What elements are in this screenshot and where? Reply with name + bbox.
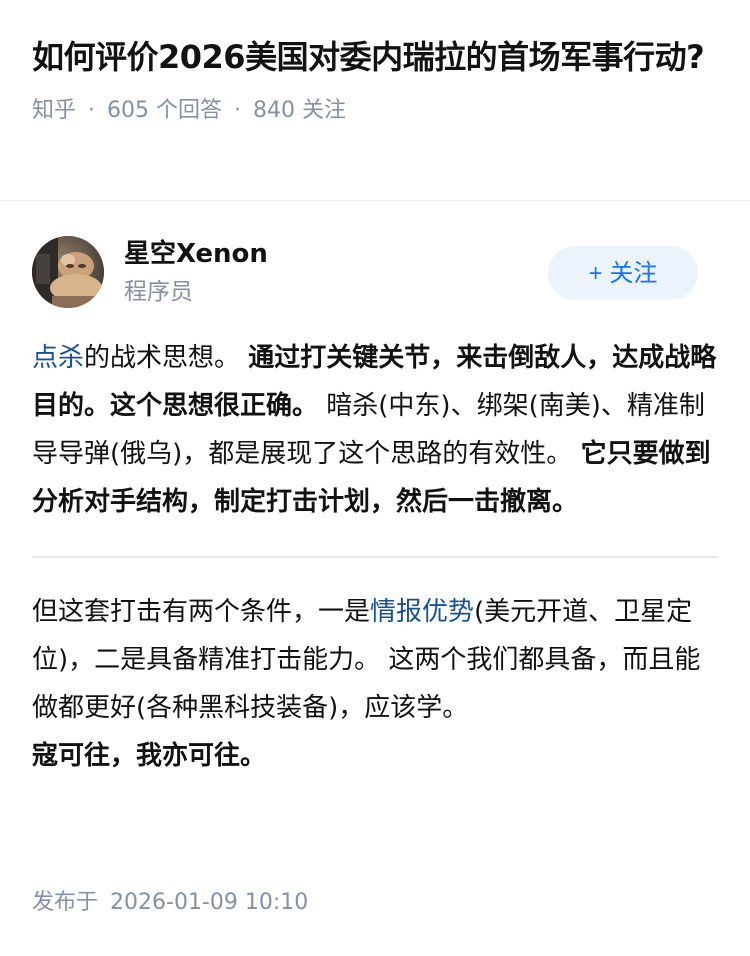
followers-label: 关注 xyxy=(302,98,347,123)
question-header: 如何评价2026美国对委内瑞拉的首场军事行动? 知乎 · 605 个回答 · 840 关… xyxy=(32,32,722,126)
paragraph-text: 但这套打击有两个条件，一是 xyxy=(32,597,371,627)
publish-time: 2026-01-09 10:10 xyxy=(110,890,309,915)
keyword-link[interactable]: 点杀 xyxy=(32,343,84,373)
publish-label: 发布于 xyxy=(32,890,99,915)
question-title[interactable]: 如何评价2026美国对委内瑞拉的首场军事行动? xyxy=(32,32,722,82)
question-meta: 知乎 · 605 个回答 · 840 关注 xyxy=(32,96,722,126)
content-divider xyxy=(32,556,718,558)
author-name[interactable]: 星空Xenon xyxy=(124,236,268,272)
followers-count: 840 xyxy=(253,98,296,123)
separator-dot: · xyxy=(234,98,242,123)
answers-label[interactable]: 个回答 xyxy=(156,98,222,123)
source-label[interactable]: 知乎 xyxy=(32,98,76,123)
answers-count[interactable]: 605 xyxy=(107,98,149,123)
author-info: 星空Xenon 程序员 + 关注 xyxy=(32,236,718,308)
section-divider xyxy=(0,200,750,201)
keyword-link[interactable]: 情报优势 xyxy=(370,597,474,627)
answer-paragraph: 点杀的战术思想。 通过打关键关节，来击倒敌人，达成战略目的。这个思想很正确。 暗… xyxy=(32,334,722,526)
publish-info: 发布于 2026-01-09 10:10 xyxy=(32,886,308,920)
avatar-image xyxy=(32,236,104,308)
bold-text: 寇可往，我亦可往。 xyxy=(32,741,267,771)
paragraph-text: 的战术思想。 xyxy=(84,343,241,373)
separator-dot: · xyxy=(88,98,96,123)
avatar[interactable] xyxy=(32,236,104,308)
answer-paragraph: 但这套打击有两个条件，一是情报优势(美元开道、卫星定位)，二是具备精准打击能力。… xyxy=(32,588,722,780)
author-headline: 程序员 xyxy=(124,279,193,305)
follow-button[interactable]: + 关注 xyxy=(548,246,698,300)
answer-content: 点杀的战术思想。 通过打关键关节，来击倒敌人，达成战略目的。这个思想很正确。 暗… xyxy=(32,334,722,780)
